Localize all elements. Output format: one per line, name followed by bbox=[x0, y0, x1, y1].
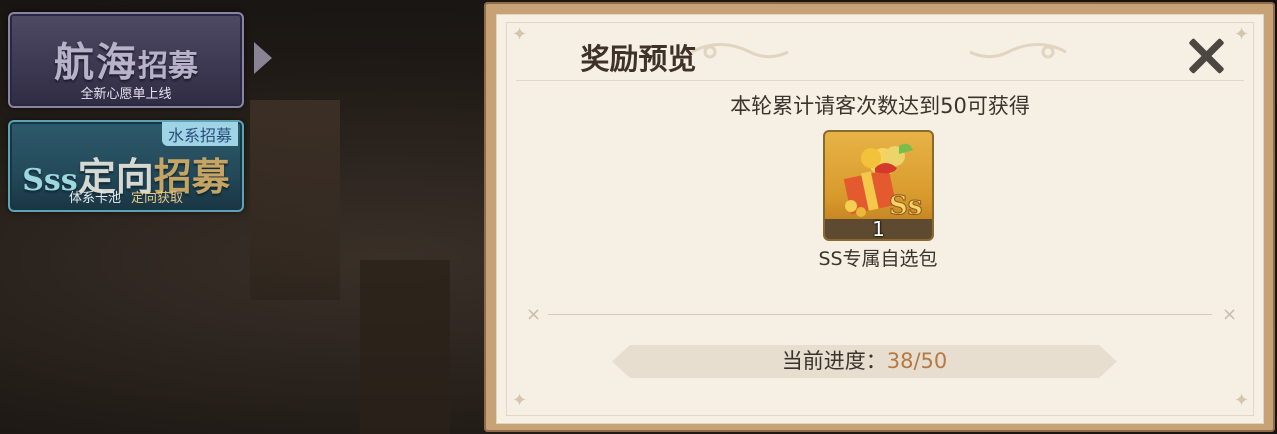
title-ornament-right-icon bbox=[969, 43, 1067, 59]
close-icon[interactable] bbox=[1186, 36, 1226, 76]
nav-recruit-title-small: 招募 bbox=[138, 49, 198, 84]
reward-item-slot[interactable]: Ss 1 bbox=[823, 130, 934, 241]
svg-text:Ss: Ss bbox=[889, 191, 922, 221]
nav-recruit-subtitle: 全新心愿单上线 bbox=[80, 87, 172, 102]
corner-ornament-icon: ✦ bbox=[1234, 24, 1250, 45]
water-recruit-tag: 水系招募 bbox=[161, 122, 238, 146]
reward-count: 1 bbox=[872, 217, 885, 241]
section-divider bbox=[548, 314, 1212, 315]
background-doorway bbox=[250, 100, 340, 300]
corner-ornament-icon: ✦ bbox=[1234, 390, 1250, 411]
directed-recruit-button[interactable]: 水系招募 Sss定向招募 体系卡池 定向获取 bbox=[8, 120, 244, 212]
corner-ornament-icon: ✦ bbox=[512, 24, 528, 45]
nav-recruit-title: 航海招募 bbox=[10, 30, 242, 88]
progress-text: 当前进度：38/50 bbox=[612, 345, 1117, 378]
divider-right-x-icon: × bbox=[1222, 304, 1238, 325]
selected-arrow-icon bbox=[254, 42, 272, 74]
corner-ornament-icon: ✦ bbox=[512, 390, 528, 411]
progress-value: 38/50 bbox=[886, 349, 948, 373]
progress-label: 当前进度： bbox=[781, 349, 887, 373]
nav-recruit-title-big: 航海 bbox=[54, 39, 138, 86]
reward-name: SS专属自选包 bbox=[818, 248, 938, 270]
divider-left-x-icon: × bbox=[526, 304, 542, 325]
background-chair bbox=[360, 260, 450, 434]
gift-box-icon: Ss bbox=[843, 143, 923, 222]
title-ornament-left-icon bbox=[691, 43, 789, 59]
directed-recruit-subtitle-right: 定向获取 bbox=[131, 191, 184, 206]
directed-recruit-subtitle: 体系卡池 定向获取 bbox=[10, 187, 242, 206]
directed-recruit-subtitle-left: 体系卡池 bbox=[68, 191, 121, 206]
reward-condition: 本轮累计请客次数达到50可获得 bbox=[730, 94, 1030, 118]
title-divider bbox=[516, 80, 1244, 81]
nav-recruit-button[interactable]: 航海招募 全新心愿单上线 bbox=[8, 12, 244, 108]
